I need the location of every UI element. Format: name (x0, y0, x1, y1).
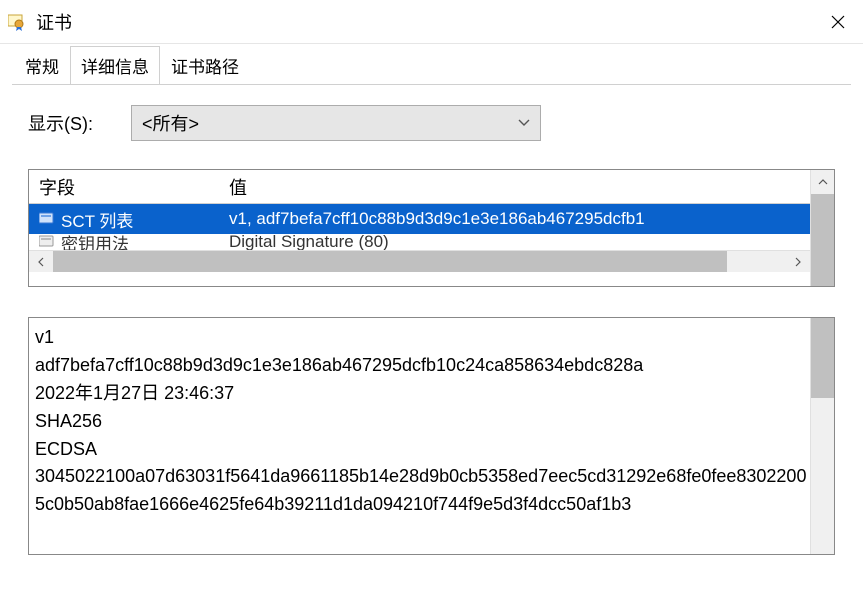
fields-listbox[interactable]: 字段 值 SCT 列表 v1, adf7befa7cff10c88b9d3d9c… (28, 169, 835, 287)
scroll-right-arrow-icon[interactable] (786, 251, 810, 272)
table-row[interactable]: 密钥用法 Digital Signature (80) (29, 234, 810, 250)
scroll-track[interactable] (811, 318, 834, 554)
column-value-header: 值 (229, 174, 834, 200)
h-scroll-thumb[interactable] (53, 251, 727, 272)
column-field-header: 字段 (39, 174, 229, 200)
certificate-icon (8, 13, 26, 31)
show-filter-value: <所有> (142, 110, 199, 136)
close-button[interactable] (813, 0, 863, 44)
tab-general[interactable]: 常规 (14, 46, 70, 84)
window-title: 证书 (36, 9, 813, 35)
property-icon (39, 234, 57, 250)
filter-row: 显示(S): <所有> (28, 105, 835, 141)
titlebar: 证书 (0, 0, 863, 44)
scroll-left-arrow-icon[interactable] (29, 251, 53, 272)
details-panel: 显示(S): <所有> 字段 值 SCT 列表 v1, adf7befa7cff… (0, 85, 863, 565)
columns-header: 字段 值 (29, 170, 834, 204)
tab-details[interactable]: 详细信息 (70, 46, 160, 84)
table-row[interactable]: SCT 列表 v1, adf7befa7cff10c88b9d3d9c1e3e1… (29, 204, 810, 234)
row-field: SCT 列表 (61, 207, 229, 232)
tab-certpath[interactable]: 证书路径 (160, 46, 250, 84)
h-scroll-track[interactable] (53, 251, 786, 272)
row-value: Digital Signature (80) (229, 234, 810, 250)
show-filter-select[interactable]: <所有> (131, 105, 541, 141)
scroll-thumb[interactable] (811, 318, 834, 398)
field-details-textarea[interactable]: v1 adf7befa7cff10c88b9d3d9c1e3e186ab4672… (28, 317, 835, 555)
tab-strip: 常规 详细信息 证书路径 (0, 44, 863, 84)
chevron-down-icon (518, 116, 530, 130)
scroll-up-arrow-icon[interactable] (811, 170, 834, 194)
row-field: 密钥用法 (61, 234, 229, 250)
scroll-track[interactable] (811, 194, 834, 286)
scroll-thumb[interactable] (811, 194, 834, 286)
horizontal-scrollbar[interactable] (29, 250, 810, 272)
filter-label: 显示(S): (28, 110, 93, 136)
vertical-scrollbar[interactable] (810, 170, 834, 286)
vertical-scrollbar[interactable] (810, 318, 834, 554)
row-value: v1, adf7befa7cff10c88b9d3d9c1e3e186ab467… (229, 209, 810, 229)
property-icon (39, 210, 57, 228)
details-text: v1 adf7befa7cff10c88b9d3d9c1e3e186ab4672… (29, 318, 834, 525)
